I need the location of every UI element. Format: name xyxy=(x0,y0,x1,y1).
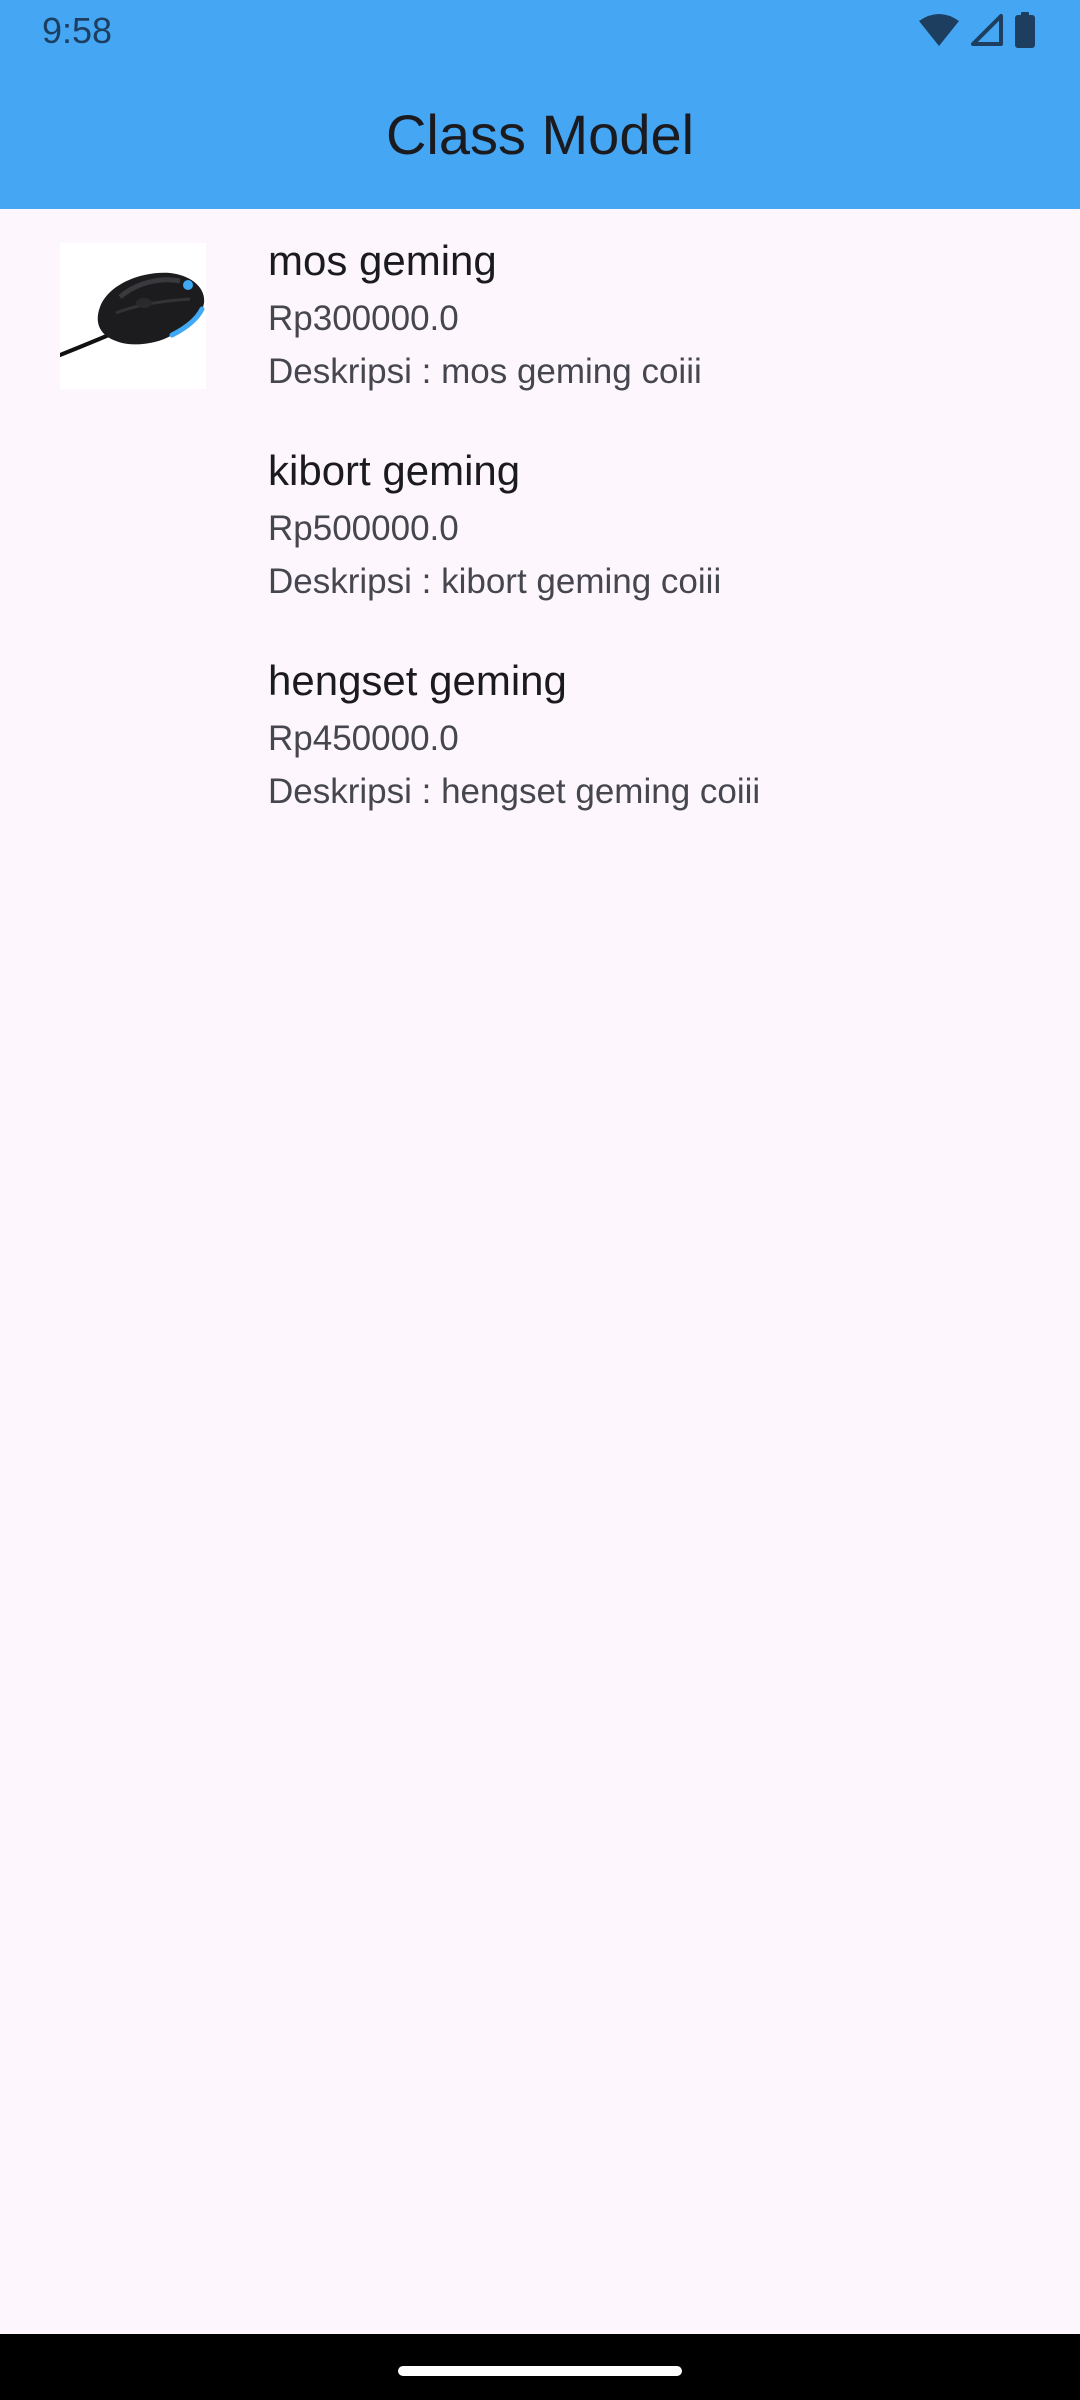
description-text: kibort geming coiii xyxy=(441,562,722,601)
list-item[interactable]: kibort geming Rp500000.0 Deskripsi : kib… xyxy=(0,419,1080,629)
description-text: mos geming coiii xyxy=(441,352,702,391)
app-bar: 9:58 Class Model xyxy=(0,0,1080,209)
signal-icon xyxy=(970,13,1004,52)
status-icons xyxy=(918,11,1036,53)
product-price: Rp300000.0 xyxy=(268,299,459,338)
gaming-mouse-image xyxy=(58,243,206,389)
product-price: Rp450000.0 xyxy=(268,719,459,758)
product-description: Deskripsi : hengset geming coiii xyxy=(268,770,760,814)
battery-icon xyxy=(1014,11,1036,53)
product-name: hengset geming xyxy=(268,657,567,704)
home-gesture-handle[interactable] xyxy=(398,2366,682,2376)
system-nav-bar xyxy=(0,2334,1080,2400)
description-text: hengset geming coiii xyxy=(441,772,761,811)
wifi-icon xyxy=(918,13,960,52)
page-title: Class Model xyxy=(385,103,695,166)
list-item[interactable]: mos geming Rp300000.0 Deskripsi : mos ge… xyxy=(0,209,1080,419)
product-name: kibort geming xyxy=(268,447,521,494)
description-label: Deskripsi : xyxy=(268,772,442,811)
product-price: Rp500000.0 xyxy=(268,509,459,548)
status-time: 9:58 xyxy=(42,10,113,51)
description-label: Deskripsi : xyxy=(268,562,442,601)
product-description: Deskripsi : mos geming coiii xyxy=(268,350,702,394)
description-label: Deskripsi : xyxy=(268,352,442,391)
product-name: mos geming xyxy=(268,237,497,284)
list-item[interactable]: hengset geming Rp450000.0 Deskripsi : he… xyxy=(0,629,1080,839)
product-description: Deskripsi : kibort geming coiii xyxy=(268,560,721,604)
